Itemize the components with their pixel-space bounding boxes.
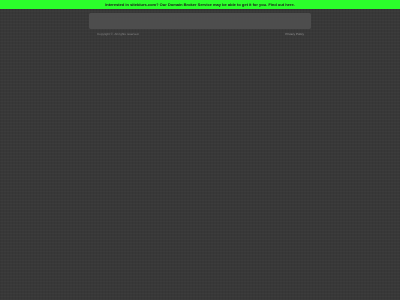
domain-broker-banner[interactable]: Interested in siteblurs.com? Our Domain … [0, 0, 400, 9]
content-panel [89, 13, 311, 29]
copyright-text: Copyright ©. All rights reserved. [97, 31, 140, 36]
footer: Copyright ©. All rights reserved. Privac… [97, 31, 304, 36]
privacy-policy-link[interactable]: Privacy Policy [285, 32, 304, 36]
banner-text-link[interactable]: Interested in siteblurs.com? Our Domain … [105, 2, 295, 7]
